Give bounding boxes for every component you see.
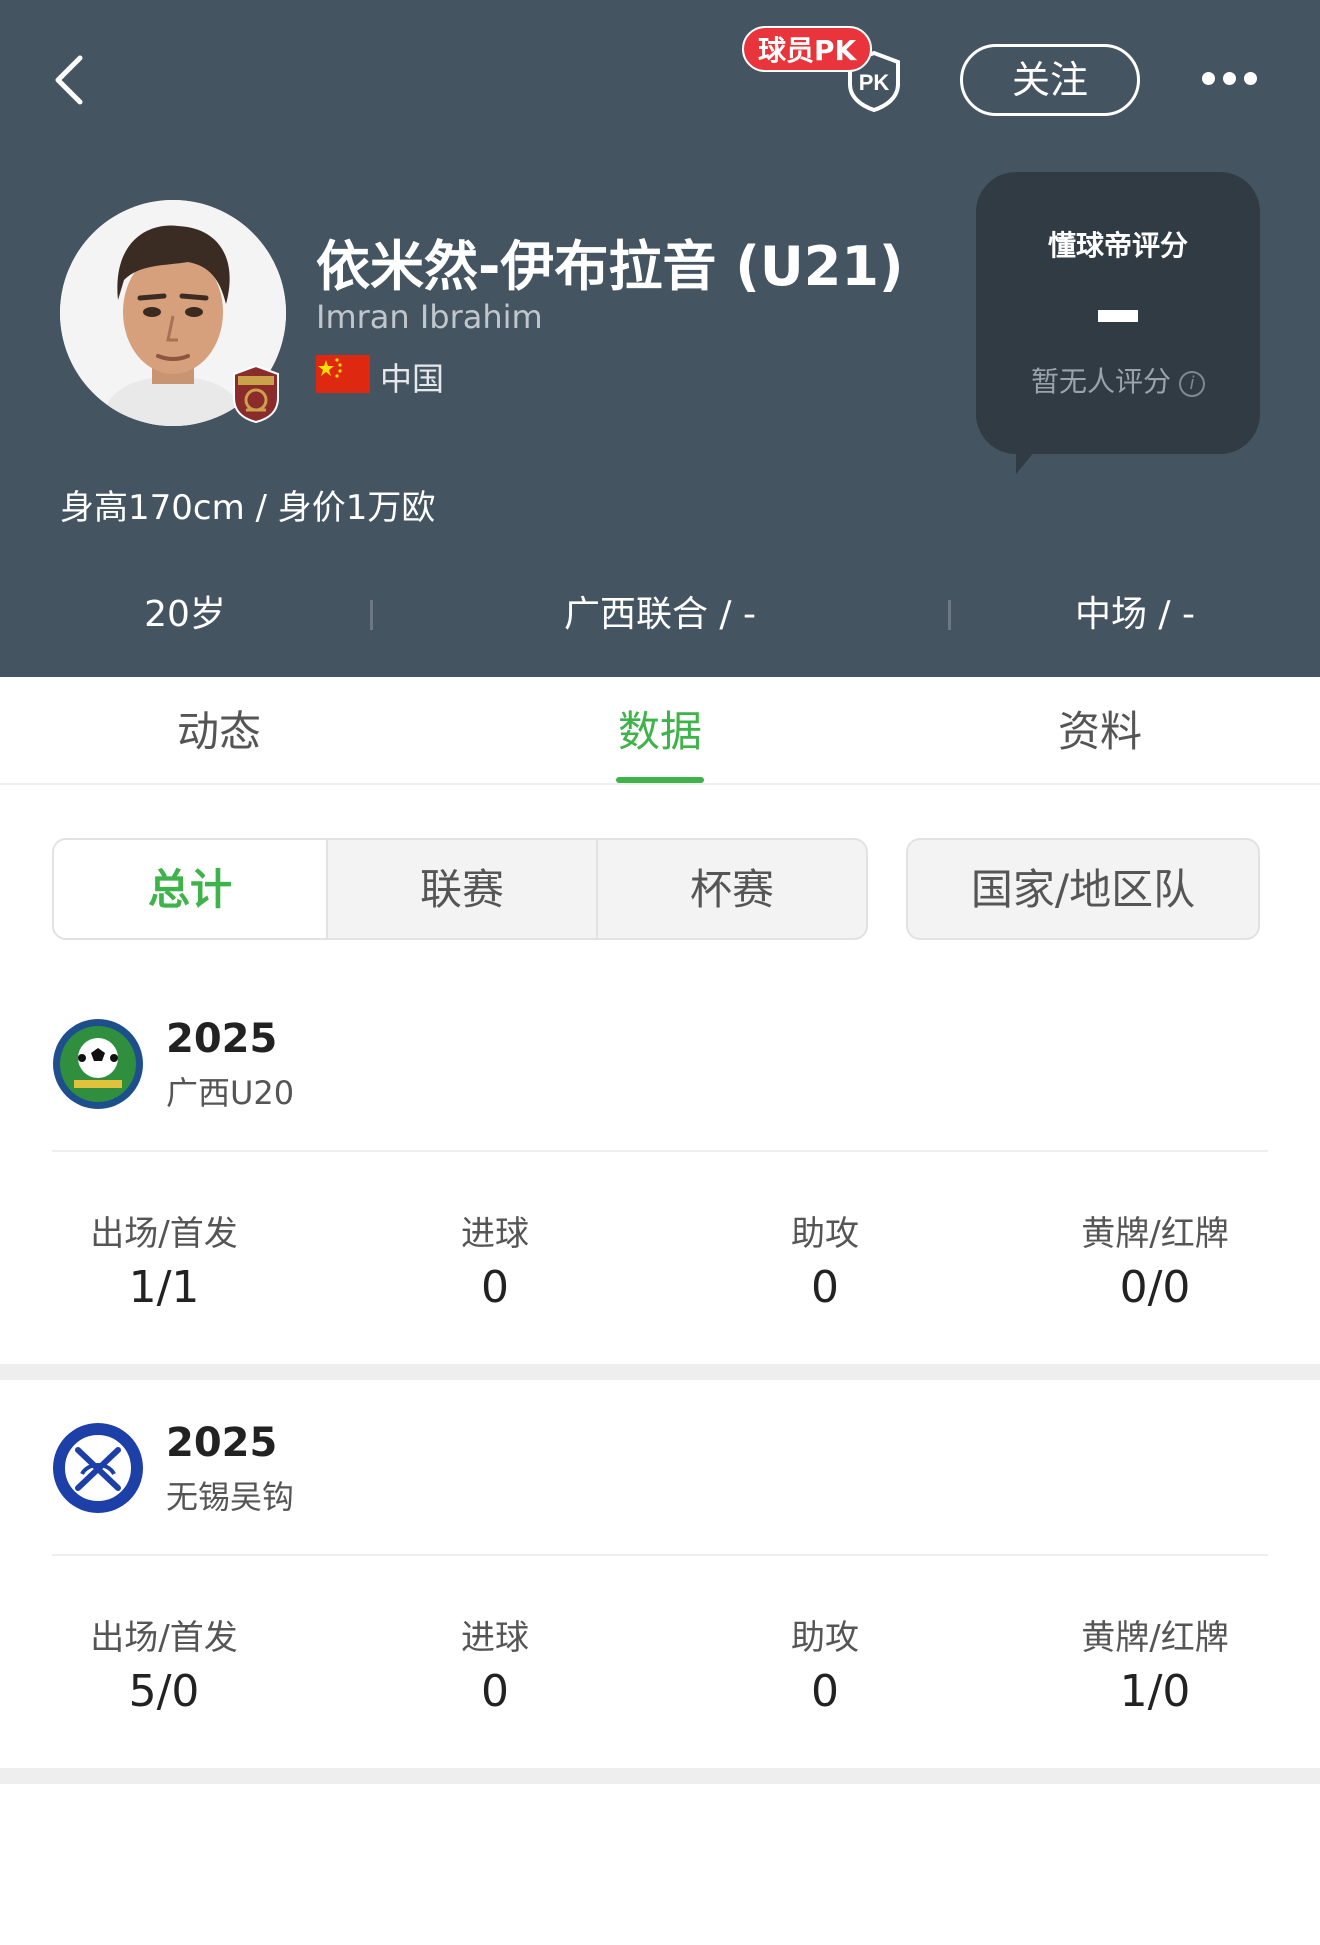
tab-stats[interactable]: 数据: [560, 677, 760, 783]
section-separator: [0, 1364, 1320, 1380]
stat-value-assists: 0: [811, 1666, 839, 1717]
filter-league[interactable]: 联赛: [328, 840, 596, 938]
pk-badge: 球员PK: [742, 26, 873, 72]
rating-bubble-tail: [1016, 440, 1044, 474]
info-icon[interactable]: i: [1179, 371, 1205, 397]
stat-label-goals: 进球: [461, 1214, 529, 1254]
player-age: 20岁: [144, 594, 226, 635]
player-height-value: 身高170cm / 身价1万欧: [60, 488, 436, 528]
player-pk-button[interactable]: PK 球员PK: [742, 26, 902, 112]
stat-value-apps: 1/1: [128, 1262, 200, 1313]
stat-label-goals: 进球: [461, 1618, 529, 1658]
divider: [370, 600, 373, 630]
divider: [52, 1554, 1268, 1556]
tab-profile[interactable]: 资料: [1000, 677, 1200, 783]
guangxi-u20-logo-icon: [53, 1019, 143, 1109]
stat-value-assists: 0: [811, 1262, 839, 1313]
player-name-en: Imran Ibrahim: [316, 298, 543, 336]
stat-value-cards: 0/0: [1119, 1262, 1191, 1313]
svg-text:PK: PK: [859, 70, 890, 95]
filter-cup[interactable]: 杯赛: [598, 840, 866, 938]
filter-national-team[interactable]: 国家/地区队: [908, 840, 1258, 938]
follow-button[interactable]: 关注: [960, 44, 1140, 116]
stat-label-cards: 黄牌/红牌: [1081, 1214, 1229, 1254]
stat-value-apps: 5/0: [128, 1666, 200, 1717]
player-position: 中场 / -: [1074, 594, 1195, 635]
season-team: 无锡吴钩: [166, 1478, 295, 1516]
section-separator: [0, 1768, 1320, 1784]
player-summary-row: 20岁 广西联合 / - 中场 / -: [0, 580, 1320, 650]
rating-empty-dash: [1098, 310, 1138, 322]
stat-label-cards: 黄牌/红牌: [1081, 1618, 1229, 1658]
season-year: 2025: [166, 1016, 278, 1062]
stat-value-goals: 0: [481, 1262, 509, 1313]
rating-card[interactable]: 懂球帝评分 暂无人评分 i: [976, 172, 1260, 454]
wuxi-wugo-logo-icon: [53, 1423, 143, 1513]
divider: [948, 600, 951, 630]
china-flag-icon: [316, 355, 370, 393]
stat-label-assists: 助攻: [791, 1214, 859, 1254]
rating-subtitle: 暂无人评分 i: [976, 360, 1260, 400]
back-arrow-icon[interactable]: [48, 50, 92, 110]
player-header: PK 球员PK 关注 依米然-伊布拉音 (U21) Imran Ibrahim: [0, 0, 1320, 677]
stat-label-apps: 出场/首发: [90, 1618, 238, 1658]
competition-filter: 总计 联赛 杯赛: [52, 838, 868, 940]
stat-label-apps: 出场/首发: [90, 1214, 238, 1254]
tab-feed[interactable]: 动态: [119, 677, 319, 783]
season-team: 广西U20: [166, 1074, 295, 1112]
more-options-icon[interactable]: [1200, 60, 1260, 100]
main-tab-bar: 动态 数据 资料: [0, 677, 1320, 785]
divider: [52, 1150, 1268, 1152]
filter-total[interactable]: 总计: [54, 840, 326, 938]
player-country: 中国: [380, 360, 445, 398]
rating-subtitle-text: 暂无人评分: [1030, 365, 1171, 398]
stat-label-assists: 助攻: [791, 1618, 859, 1658]
stat-value-cards: 1/0: [1119, 1666, 1191, 1717]
player-team[interactable]: 广西联合 / -: [440, 580, 880, 650]
season-year: 2025: [166, 1420, 278, 1466]
rating-title: 懂球帝评分: [1047, 229, 1188, 262]
player-name-cn: 依米然-伊布拉音 (U21): [316, 235, 904, 298]
club-badge-icon: [233, 364, 279, 424]
stat-value-goals: 0: [481, 1666, 509, 1717]
active-tab-indicator: [616, 777, 704, 783]
national-team-filter-wrap: 国家/地区队: [906, 838, 1260, 940]
